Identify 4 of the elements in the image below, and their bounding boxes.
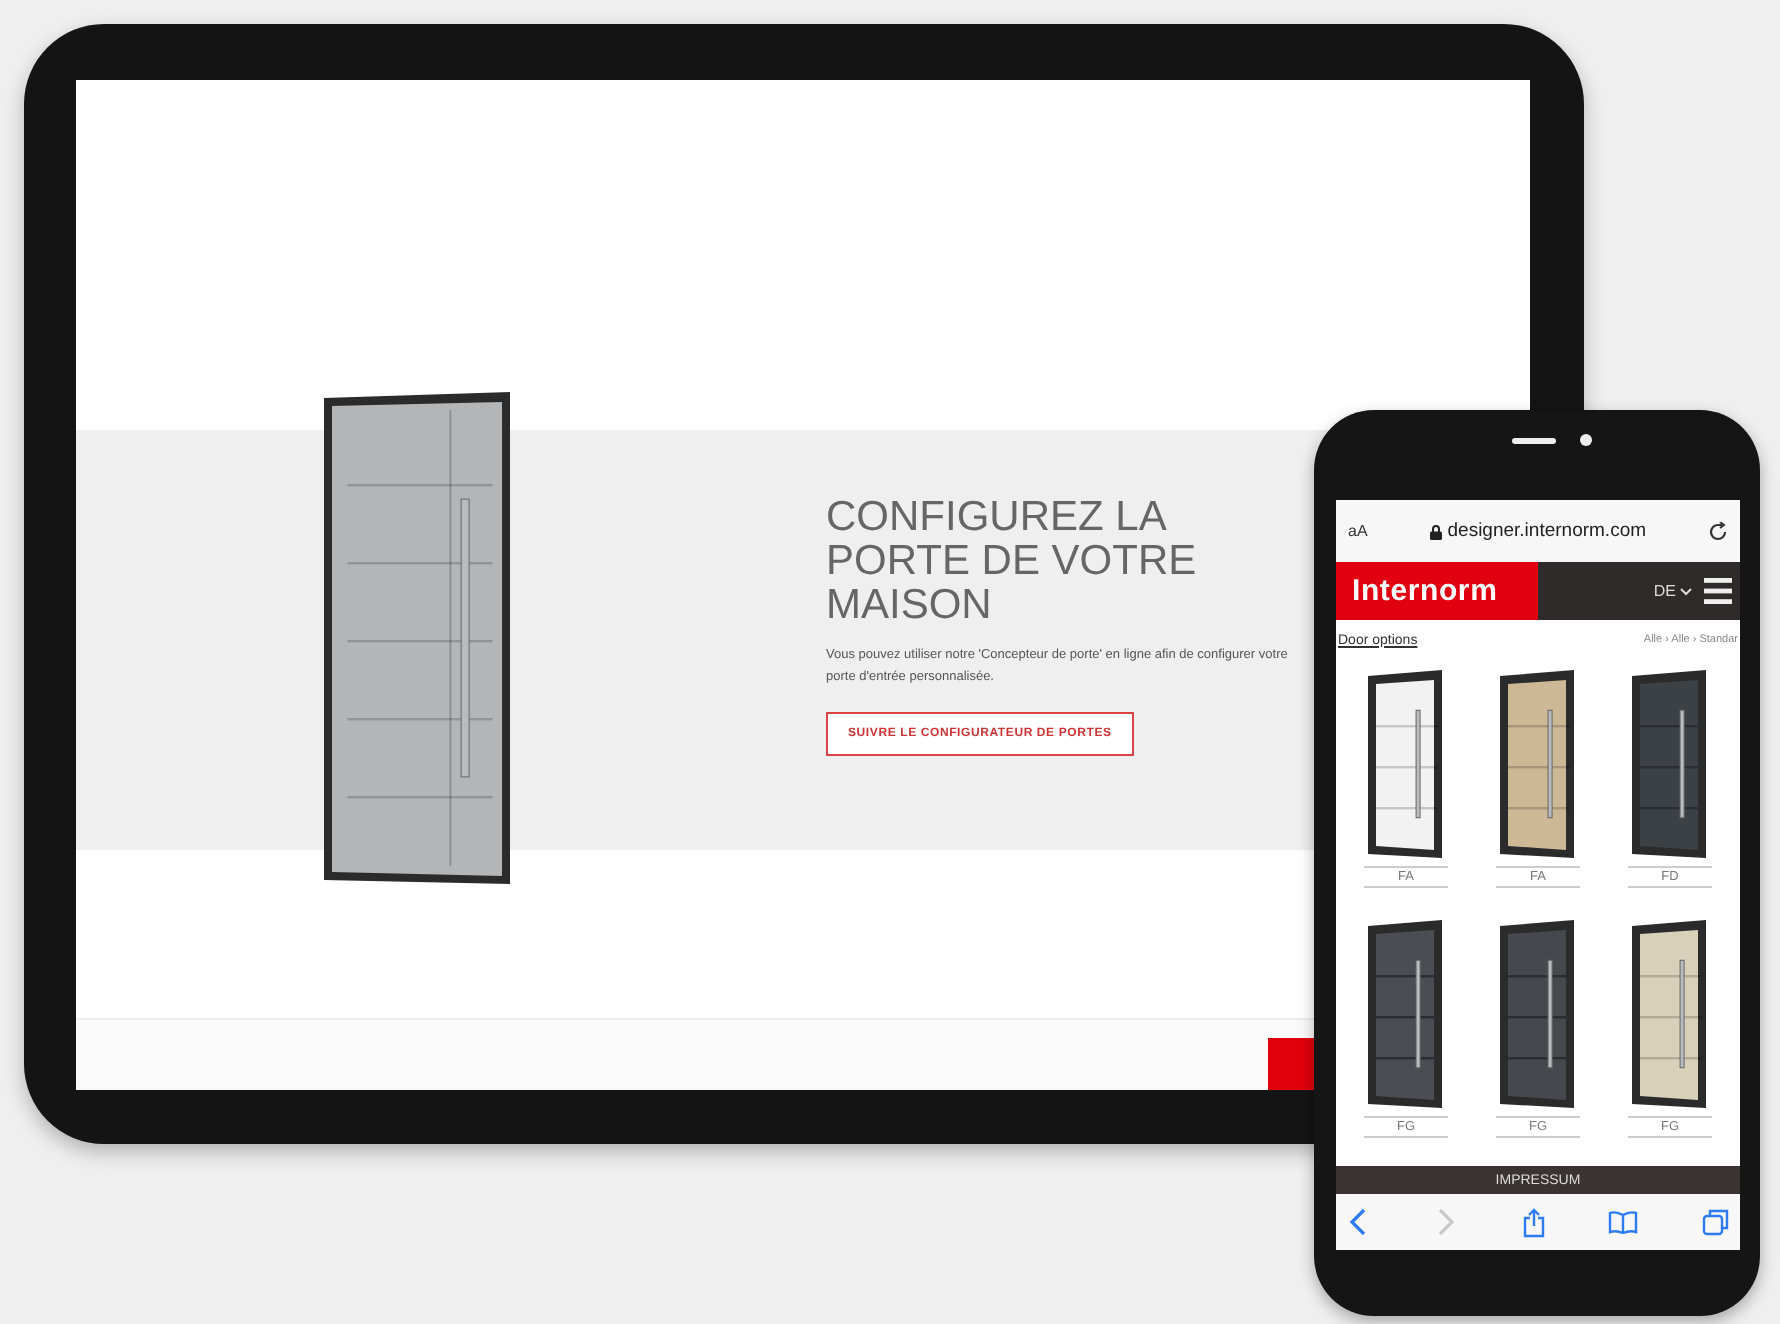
hero-title: CONFIGUREZ LA PORTE DE VOTRE MAISON [826,496,1199,628]
language-selector[interactable]: DE [1653,582,1692,600]
text-size-button[interactable]: aA [1348,522,1368,540]
url-text[interactable]: designer.internorm.com [1447,520,1647,542]
